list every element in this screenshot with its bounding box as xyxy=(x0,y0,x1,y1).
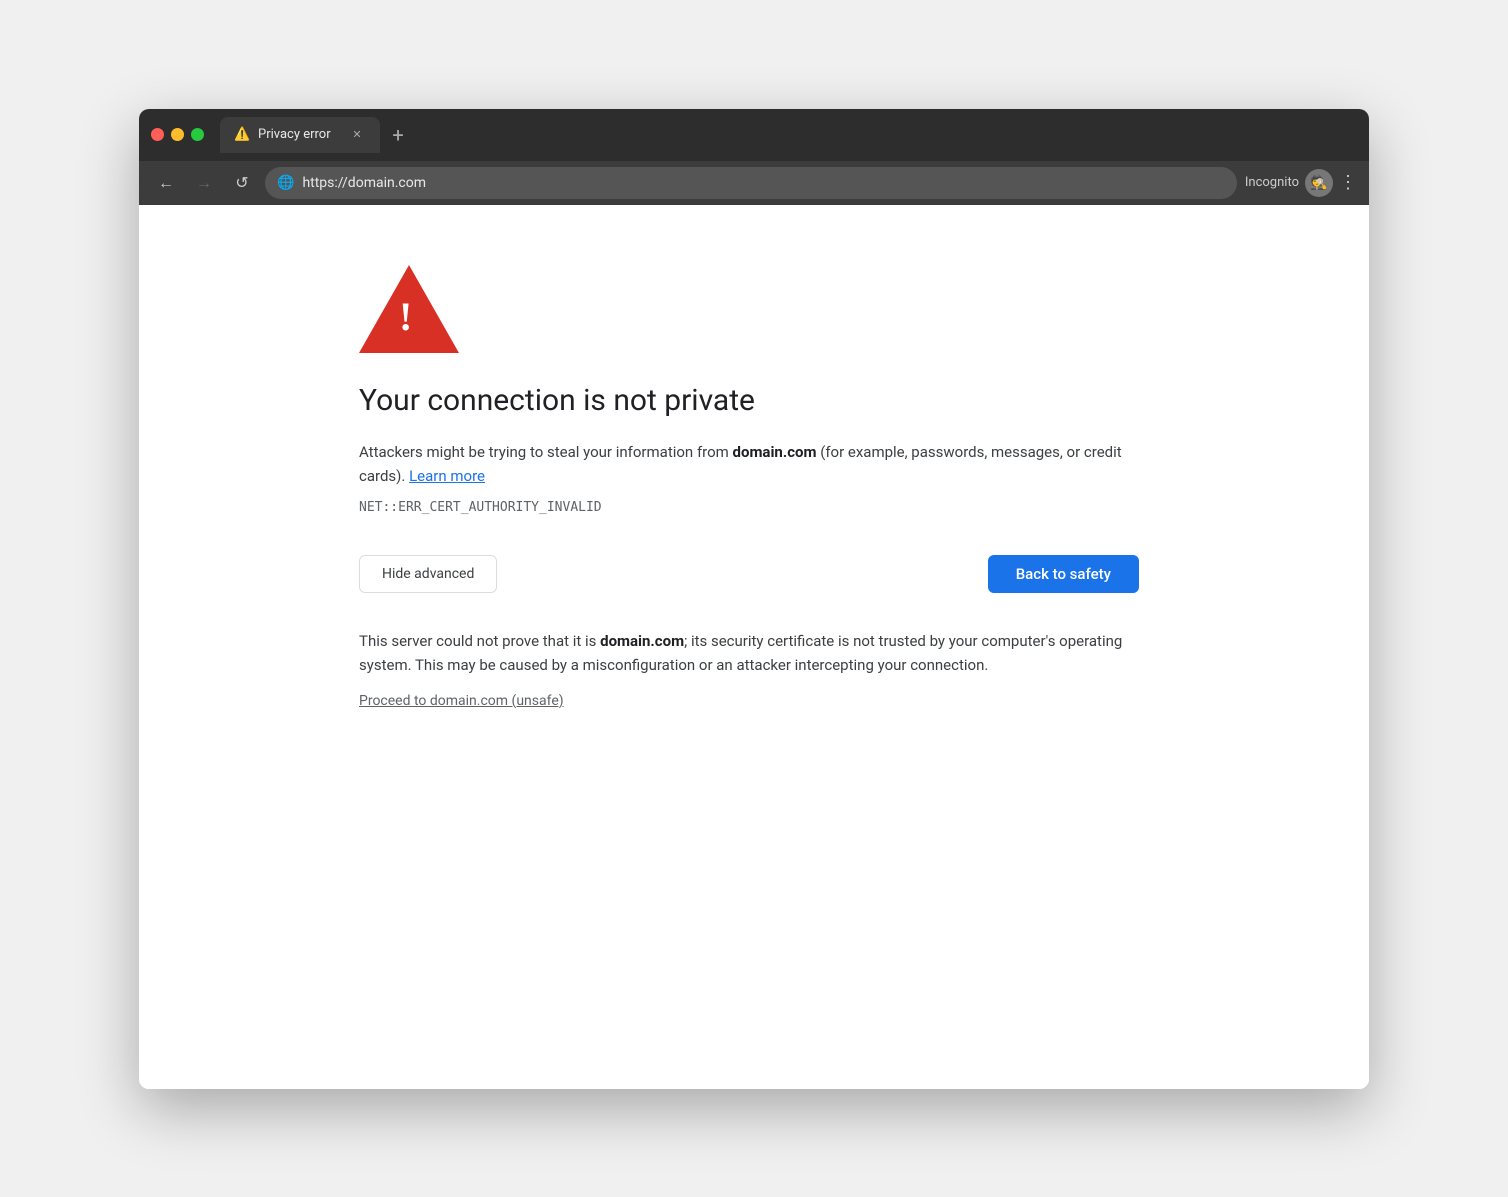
nav-right: Incognito 🕵 ⋮ xyxy=(1245,169,1357,197)
page-heading: Your connection is not private xyxy=(359,381,755,420)
reload-button[interactable]: ↺ xyxy=(227,168,257,198)
tab-title: Privacy error xyxy=(258,127,340,142)
maximize-button[interactable] xyxy=(191,128,204,141)
minimize-button[interactable] xyxy=(171,128,184,141)
description-domain: domain.com xyxy=(733,443,817,461)
advanced-text-part1: This server could not prove that it is xyxy=(359,632,600,650)
address-icon: 🌐 xyxy=(277,175,294,191)
incognito-label: Incognito xyxy=(1245,175,1299,190)
proceed-link[interactable]: Proceed to domain.com (unsafe) xyxy=(359,693,564,709)
forward-button[interactable]: → xyxy=(189,168,219,198)
incognito-badge: Incognito 🕵 xyxy=(1245,169,1333,197)
description-text: Attackers might be trying to steal your … xyxy=(359,440,1139,488)
warning-icon xyxy=(359,265,459,357)
advanced-domain: domain.com xyxy=(600,632,684,650)
tab-close-icon[interactable]: ✕ xyxy=(348,126,366,144)
browser-menu-button[interactable]: ⋮ xyxy=(1339,172,1357,193)
address-text: https://domain.com xyxy=(302,175,426,191)
address-bar[interactable]: 🌐 https://domain.com xyxy=(265,167,1237,199)
incognito-icon: 🕵 xyxy=(1305,169,1333,197)
nav-bar: ← → ↺ 🌐 https://domain.com Incognito 🕵 ⋮ xyxy=(139,161,1369,205)
advanced-text: This server could not prove that it is d… xyxy=(359,629,1139,677)
error-code: NET::ERR_CERT_AUTHORITY_INVALID xyxy=(359,500,602,515)
title-bar: ⚠️ Privacy error ✕ + xyxy=(139,109,1369,161)
incognito-glyph: 🕵 xyxy=(1310,175,1327,191)
new-tab-button[interactable]: + xyxy=(384,121,412,149)
description-part1: Attackers might be trying to steal your … xyxy=(359,443,733,461)
active-tab[interactable]: ⚠️ Privacy error ✕ xyxy=(220,117,380,153)
traffic-lights xyxy=(151,128,204,141)
tab-bar: ⚠️ Privacy error ✕ + xyxy=(220,117,1357,153)
learn-more-link[interactable]: Learn more xyxy=(409,467,485,485)
warning-triangle-icon xyxy=(359,265,459,353)
browser-window: ⚠️ Privacy error ✕ + ← → ↺ 🌐 https://dom… xyxy=(139,109,1369,1089)
page-content: Your connection is not private Attackers… xyxy=(139,205,1369,1089)
hide-advanced-button[interactable]: Hide advanced xyxy=(359,555,497,593)
button-row: Hide advanced Back to safety xyxy=(359,555,1139,593)
tab-favicon-icon: ⚠️ xyxy=(234,127,250,143)
back-to-safety-button[interactable]: Back to safety xyxy=(988,555,1139,593)
back-button[interactable]: ← xyxy=(151,168,181,198)
close-button[interactable] xyxy=(151,128,164,141)
